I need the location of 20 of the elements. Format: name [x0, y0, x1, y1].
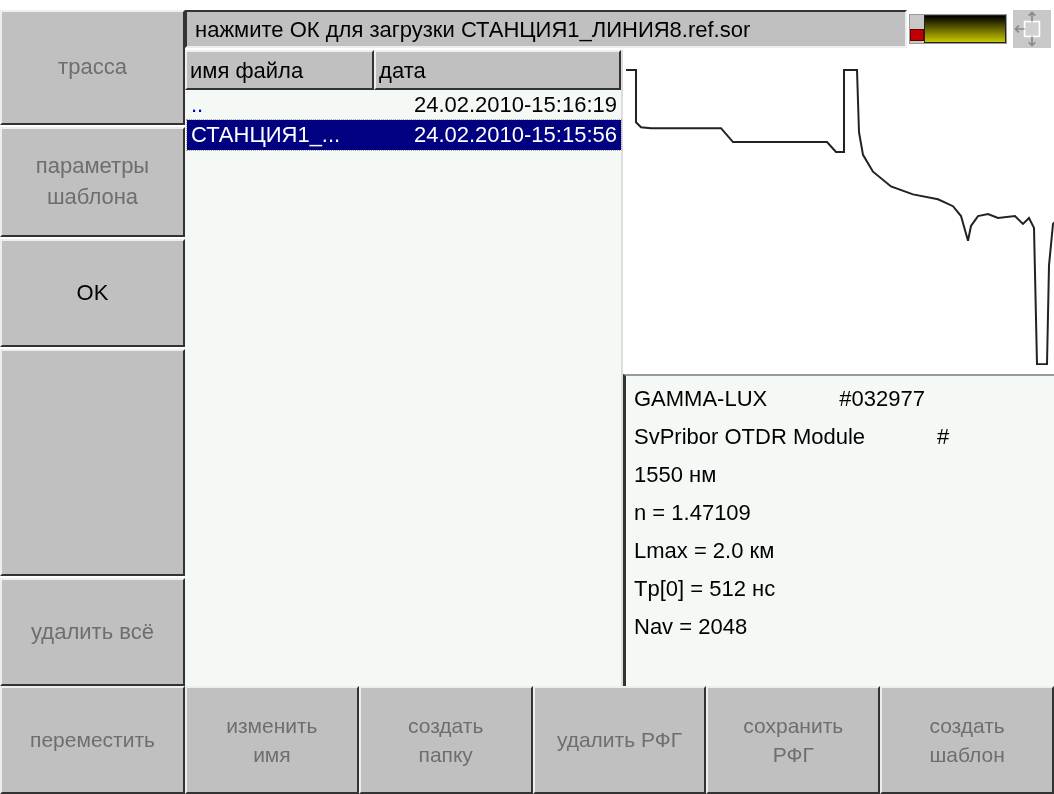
column-header[interactable]: дата	[374, 50, 621, 90]
column-header[interactable]: имя файла	[185, 50, 375, 90]
file-name: СТАНЦИЯ1_...	[191, 122, 341, 148]
info-text: 1550 нм	[634, 462, 717, 489]
info-text: n = 1.47109	[634, 500, 751, 527]
file-date: 24.02.2010-15:16:19	[413, 92, 617, 118]
status-bar: нажмите ОК для загрузки СТАНЦИЯ1_ЛИНИЯ8.ref.sor	[185, 10, 907, 48]
info-number: #032977	[839, 386, 925, 413]
info-text: Lmax = 2.0 км	[634, 538, 775, 565]
info-number: #	[937, 424, 950, 451]
file-row[interactable]: .. 24.02.2010-15:16:19	[187, 90, 621, 120]
side-button[interactable]: OK	[0, 239, 185, 347]
info-text: SvPribor OTDR Module	[634, 424, 866, 451]
file-name: ..	[191, 92, 204, 118]
file-date: 24.02.2010-15:15:56	[413, 122, 617, 148]
info-text: Nav = 2048	[634, 614, 748, 641]
file-row[interactable]: СТАНЦИЯ1_... 24.02.2010-15:15:56	[187, 120, 621, 150]
info-text: Tp[0] = 512 нс	[634, 576, 776, 603]
info-text: GAMMA-LUX	[634, 386, 768, 413]
gauge-icon	[909, 14, 1007, 44]
